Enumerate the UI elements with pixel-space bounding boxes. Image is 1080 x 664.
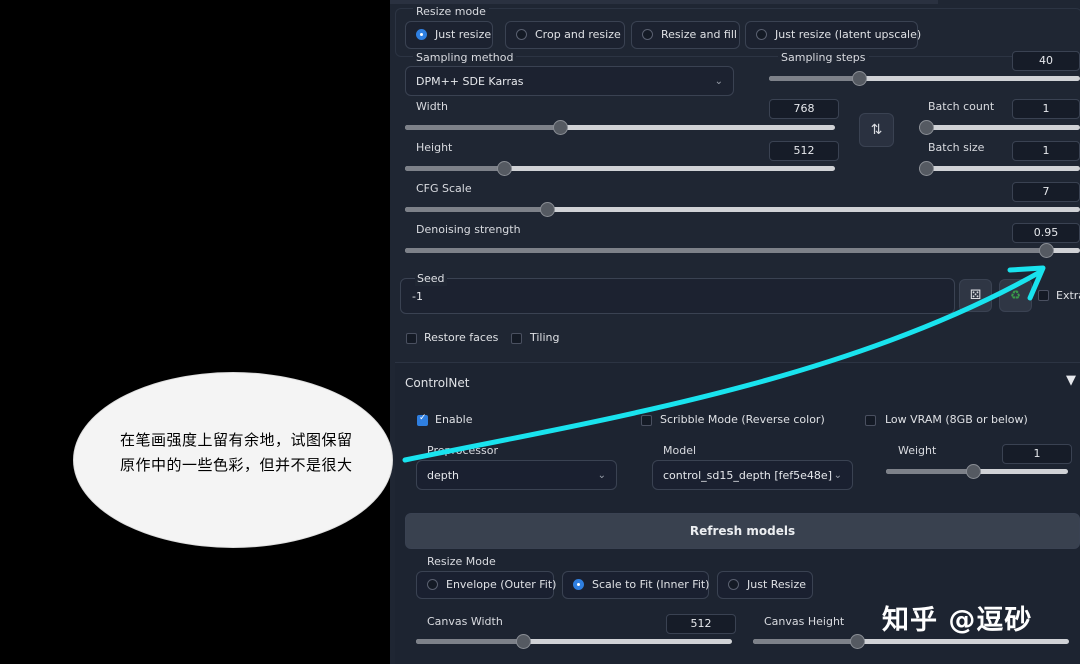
watermark: 知乎 @逗砂 bbox=[882, 605, 1033, 636]
annotation-arrow bbox=[402, 265, 1046, 463]
arrow-stroke bbox=[402, 269, 1043, 463]
